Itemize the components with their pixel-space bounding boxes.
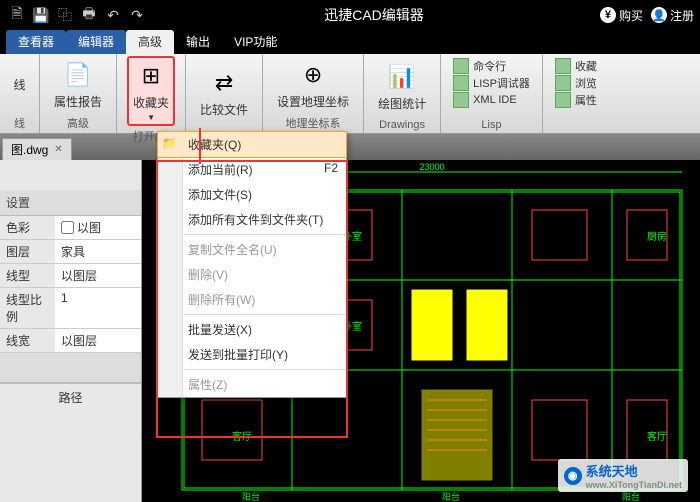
document-tab[interactable]: 图.dwg ✕ bbox=[2, 138, 72, 160]
geo-icon: ⊕ bbox=[297, 59, 329, 91]
prop-linetype[interactable]: 线型 以图层 bbox=[0, 264, 141, 288]
menu-copyfull: 复制文件全名(U) bbox=[158, 237, 346, 262]
menu-addcurrent[interactable]: 添加当前(R) F2 bbox=[158, 157, 346, 182]
line-button[interactable]: 线 bbox=[10, 74, 30, 95]
cmdline-icon bbox=[453, 58, 469, 74]
favorites-button[interactable]: ⊞ 收藏夹 ▼ bbox=[127, 56, 175, 126]
collect-icon bbox=[555, 58, 571, 74]
menu-sendbatchprint[interactable]: 发送到批量打印(Y) bbox=[158, 342, 346, 367]
menu-deleteall: 删除所有(W) bbox=[158, 287, 346, 312]
ribbon-tabs: 查看器 编辑器 高级 输出 VIP功能 bbox=[0, 30, 700, 54]
ribbon: 线 线 📄 属性报告 高级 ⊞ 收藏夹 ▼ 打开(P) ⇄ 比较文件 bbox=[0, 54, 700, 134]
content: 设置 色彩 以图 图层 家具 线型 以图层 线型比例 1 线宽 以图层 路径 2… bbox=[0, 160, 700, 502]
title-bar: 🗎 💾 ⿻ 🖶 ↶ ↷ 迅捷CAD编辑器 ¥ 购买 👤 注册 bbox=[0, 0, 700, 30]
tab-advanced[interactable]: 高级 bbox=[126, 30, 174, 54]
app-title: 迅捷CAD编辑器 bbox=[148, 5, 600, 25]
undo-icon[interactable]: ↶ bbox=[102, 4, 124, 26]
buy-button[interactable]: ¥ 购买 bbox=[600, 7, 643, 24]
browse-icon bbox=[555, 75, 571, 91]
print-icon[interactable]: 🖶 bbox=[78, 4, 100, 26]
tab-vip[interactable]: VIP功能 bbox=[222, 30, 289, 54]
lispdbg-icon bbox=[453, 75, 469, 91]
svg-text:客厅: 客厅 bbox=[647, 430, 667, 443]
menu-batchsend[interactable]: 批量发送(X) bbox=[158, 317, 346, 342]
compare-icon: ⇄ bbox=[208, 67, 240, 99]
menu-addall[interactable]: 添加所有文件到文件夹(T) bbox=[158, 207, 346, 232]
property-panel: 设置 色彩 以图 图层 家具 线型 以图层 线型比例 1 线宽 以图层 路径 bbox=[0, 160, 142, 502]
collect-button[interactable]: 收藏 bbox=[555, 58, 597, 74]
user-icon: 👤 bbox=[651, 7, 667, 23]
attr-button[interactable]: 属性 bbox=[555, 92, 597, 108]
svg-text:厨房: 厨房 bbox=[647, 230, 667, 243]
tab-editor[interactable]: 编辑器 bbox=[66, 30, 126, 54]
folder-icon: 📁 bbox=[162, 136, 178, 152]
new-icon[interactable]: 🗎 bbox=[6, 4, 28, 26]
register-button[interactable]: 👤 注册 bbox=[651, 7, 694, 24]
attr-report-button[interactable]: 📄 属性报告 bbox=[50, 57, 106, 112]
browse-button[interactable]: 浏览 bbox=[555, 75, 597, 91]
svg-text:23000: 23000 bbox=[419, 162, 444, 172]
watermark-icon: ◉ bbox=[564, 467, 582, 485]
close-icon[interactable]: ✕ bbox=[54, 144, 62, 155]
report-icon: 📄 bbox=[62, 59, 94, 91]
watermark: ◉ 系统天地 www.XiTongTianDi.net bbox=[558, 459, 688, 492]
cmdline-button[interactable]: 命令行 bbox=[453, 58, 530, 74]
attr-icon bbox=[555, 92, 571, 108]
xmlide-icon bbox=[453, 92, 469, 108]
redo-icon[interactable]: ↷ bbox=[126, 4, 148, 26]
path-label: 路径 bbox=[0, 383, 141, 411]
props-header: 设置 bbox=[0, 190, 141, 216]
drawstats-button[interactable]: 📊 绘图统计 bbox=[374, 59, 430, 114]
svg-text:阳台: 阳台 bbox=[242, 491, 260, 502]
yen-icon: ¥ bbox=[600, 7, 616, 23]
prop-layer[interactable]: 图层 家具 bbox=[0, 240, 141, 264]
xmlide-button[interactable]: XML IDE bbox=[453, 92, 530, 108]
menu-favorites[interactable]: 📁 收藏夹(Q) bbox=[158, 132, 346, 157]
tab-output[interactable]: 输出 bbox=[174, 30, 222, 54]
quick-access-toolbar: 🗎 💾 ⿻ 🖶 ↶ ↷ bbox=[6, 4, 148, 26]
menu-props: 属性(Z) bbox=[158, 372, 346, 397]
menu-delete: 删除(V) bbox=[158, 262, 346, 287]
favorites-icon: ⊞ bbox=[135, 60, 167, 92]
favorites-dropdown: 📁 收藏夹(Q) 添加当前(R) F2 添加文件(S) 添加所有文件到文件夹(T… bbox=[157, 131, 347, 398]
stats-icon: 📊 bbox=[386, 61, 418, 93]
prop-color[interactable]: 色彩 以图 bbox=[0, 216, 141, 240]
menu-addfile[interactable]: 添加文件(S) bbox=[158, 182, 346, 207]
geo-button[interactable]: ⊕ 设置地理坐标 bbox=[273, 57, 353, 112]
svg-text:阳台: 阳台 bbox=[622, 491, 640, 502]
lispdbg-button[interactable]: LISP调试器 bbox=[453, 75, 530, 91]
color-checkbox[interactable] bbox=[61, 221, 74, 234]
saveall-icon[interactable]: ⿻ bbox=[54, 4, 76, 26]
tab-viewer[interactable]: 查看器 bbox=[6, 30, 66, 54]
svg-text:客厅: 客厅 bbox=[232, 430, 252, 443]
document-tab-bar: 图.dwg ✕ bbox=[0, 134, 700, 160]
prop-linescale[interactable]: 线型比例 1 bbox=[0, 288, 141, 329]
prop-lineweight[interactable]: 线宽 以图层 bbox=[0, 329, 141, 353]
compare-button[interactable]: ⇄ 比较文件 bbox=[196, 65, 252, 120]
save-icon[interactable]: 💾 bbox=[30, 4, 52, 26]
svg-text:阳台: 阳台 bbox=[442, 491, 460, 502]
